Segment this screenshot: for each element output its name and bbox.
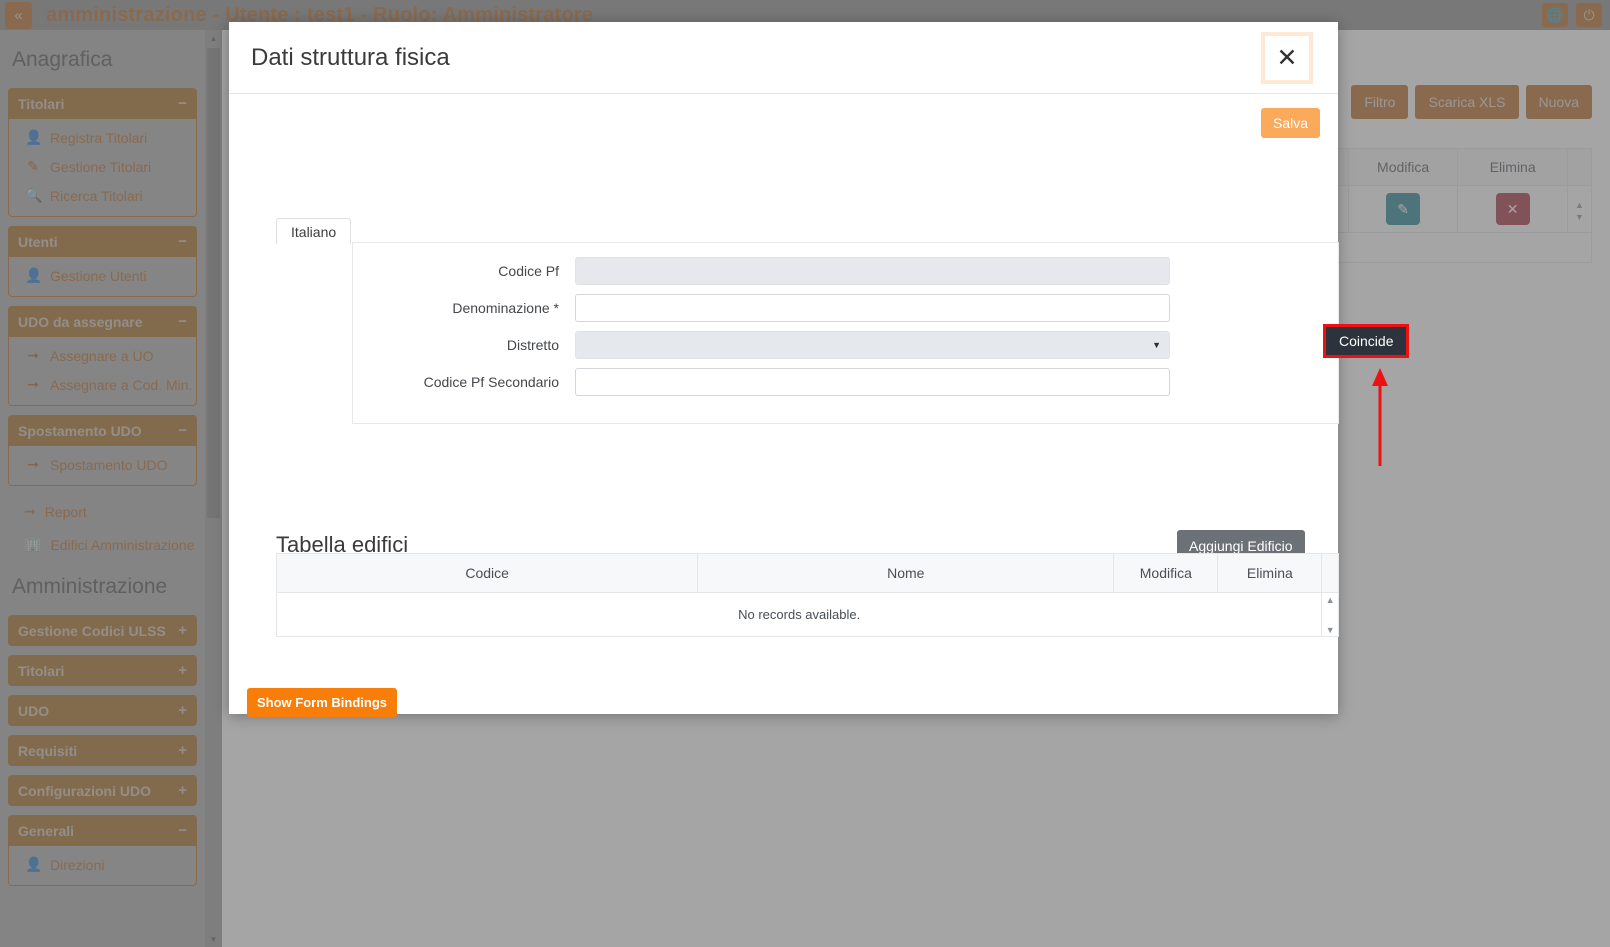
form-row-distretto: Distretto ▼ [353, 331, 1338, 359]
form-fields-container: Codice Pf Denominazione * Distretto ▼ Co… [352, 242, 1339, 424]
tab-italiano[interactable]: Italiano [276, 218, 352, 244]
modal-header: Dati struttura fisica ✕ [229, 22, 1338, 94]
field-wrap-denominazione [575, 294, 1170, 322]
coincide-button[interactable]: Coincide [1323, 324, 1410, 358]
edifici-col-codice: Codice [275, 553, 699, 593]
chevron-down-icon: ▼ [1152, 340, 1161, 350]
show-form-bindings-button[interactable]: Show Form Bindings [247, 688, 397, 717]
modal-close-button[interactable]: ✕ [1261, 32, 1313, 84]
edifici-header-row: Codice Nome Modifica Elimina [275, 553, 1339, 593]
edifici-col-modifica: Modifica [1113, 553, 1219, 593]
label-denominazione: Denominazione * [452, 300, 559, 316]
modal-title: Dati struttura fisica [251, 43, 450, 71]
form-row-denominazione: Denominazione * [353, 294, 1338, 322]
label-distretto: Distretto [506, 337, 559, 353]
codice-pf-secondario-input[interactable] [575, 368, 1170, 396]
codice-pf-input[interactable] [575, 257, 1170, 285]
edifici-col-scroll [1321, 553, 1339, 593]
salva-button[interactable]: Salva [1260, 108, 1320, 138]
coincide-button-wrapper: Coincide [1323, 324, 1410, 358]
field-wrap-distretto: ▼ [575, 331, 1170, 359]
edifici-col-nome: Nome [697, 553, 1115, 593]
field-wrap-codice-pf-secondario [575, 368, 1170, 396]
modal-body: Salva Italiano Codice Pf Denominazione * [229, 94, 1410, 717]
language-tab-strip: Italiano [276, 218, 352, 244]
denominazione-input[interactable] [575, 294, 1170, 322]
distretto-select[interactable]: ▼ [575, 331, 1170, 359]
form-row-codice-pf-secondario: Codice Pf Secondario [353, 368, 1338, 396]
triangle-down-icon[interactable]: ▼ [1326, 625, 1335, 635]
edifici-empty-row: No records available. ▲ ▼ [275, 592, 1339, 637]
edifici-scroll-arrows[interactable]: ▲ ▼ [1322, 595, 1338, 635]
field-wrap-codice-pf [575, 257, 1170, 285]
edifici-col-elimina: Elimina [1217, 553, 1323, 593]
struttura-form-panel: Italiano Codice Pf Denominazione * Distr… [276, 218, 1339, 424]
edifici-scroll-cell[interactable]: ▲ ▼ [1321, 592, 1339, 637]
triangle-up-icon[interactable]: ▲ [1326, 595, 1335, 605]
label-codice-pf-secondario: Codice Pf Secondario [423, 374, 559, 390]
annotation-arrow-icon [1372, 368, 1388, 466]
edifici-table: Codice Nome Modifica Elimina No records … [275, 553, 1339, 637]
form-row-codice-pf: Codice Pf [353, 257, 1338, 285]
close-icon: ✕ [1276, 43, 1298, 72]
dati-struttura-fisica-modal: Dati struttura fisica ✕ Salva Italiano C… [229, 22, 1410, 717]
edifici-empty-message: No records available. [275, 592, 1323, 637]
label-codice-pf: Codice Pf [498, 263, 559, 279]
